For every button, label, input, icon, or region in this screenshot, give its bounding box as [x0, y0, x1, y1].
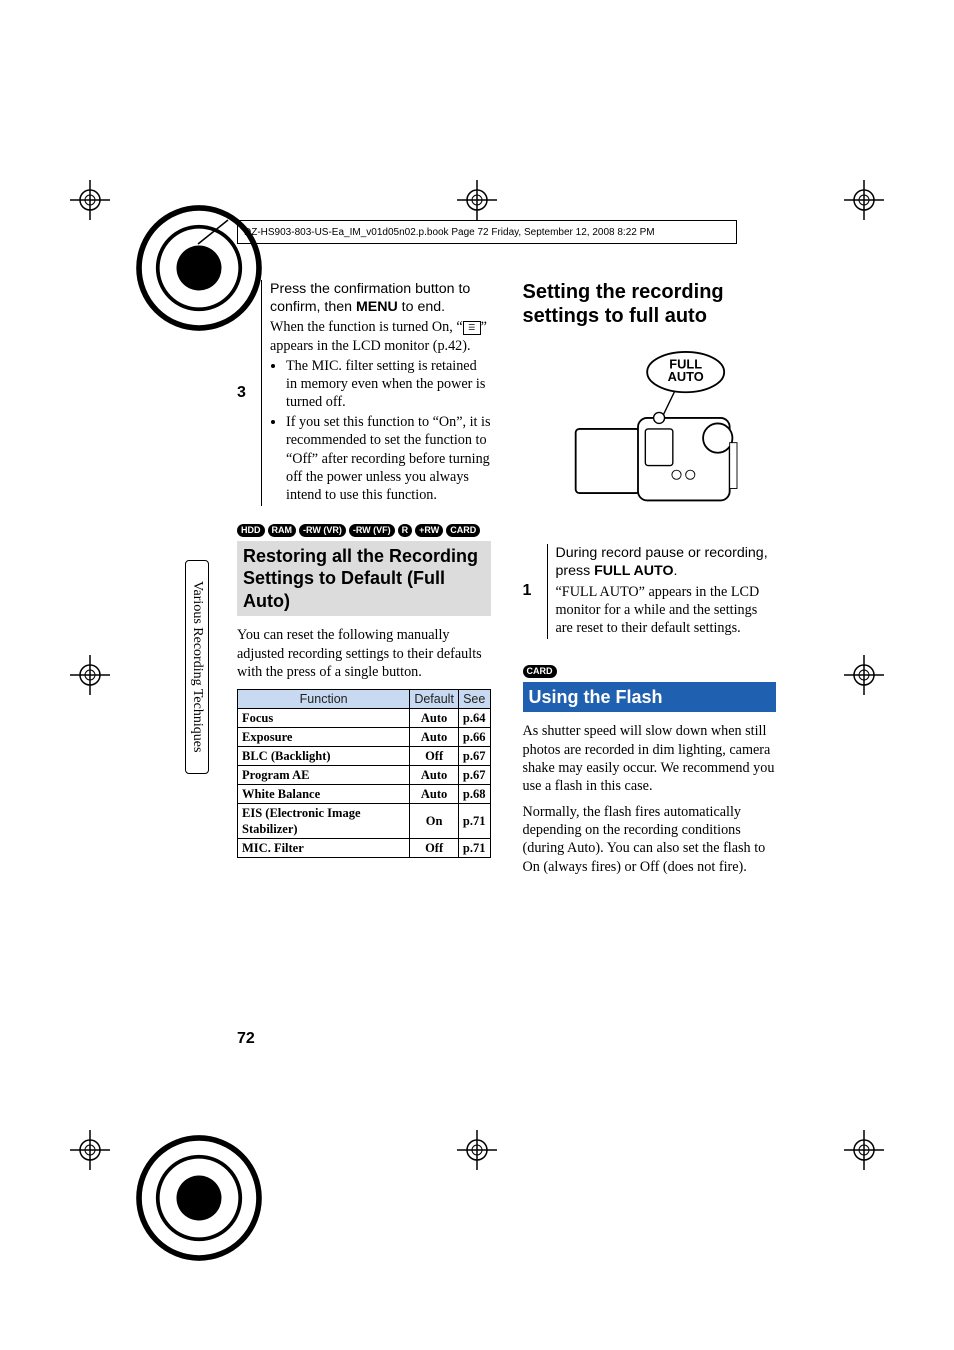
media-badge-row: HDD RAM -RW (VR) -RW (VF) R +RW CARD	[237, 524, 491, 537]
cell-function: MIC. Filter	[238, 838, 410, 857]
badge-card: CARD	[446, 524, 480, 537]
regmark-icon	[70, 655, 110, 695]
table-row: EIS (Electronic Image Stabilizer)Onp.71	[238, 803, 491, 838]
step-1-detail: “FULL AUTO” appears in the LCD monitor f…	[556, 583, 777, 638]
corner-dot-icon	[871, 193, 905, 227]
mic-filter-display-icon: ☰	[463, 321, 481, 335]
th-see: See	[458, 689, 490, 708]
corner-dot-icon	[871, 1123, 905, 1157]
chapter-side-tab-label: Various Recording Techniques	[189, 581, 205, 752]
cell-see: p.64	[458, 708, 490, 727]
table-row: ExposureAutop.66	[238, 727, 491, 746]
cell-default: Auto	[410, 784, 459, 803]
page-number: 72	[237, 1030, 255, 1048]
th-default: Default	[410, 689, 459, 708]
regmark-icon	[844, 655, 884, 695]
regmark-icon	[457, 180, 497, 220]
cell-function: BLC (Backlight)	[238, 746, 410, 765]
cell-see: p.67	[458, 765, 490, 784]
header-diagonal-mark-icon	[196, 218, 230, 246]
cell-default: Auto	[410, 765, 459, 784]
th-function: Function	[238, 689, 410, 708]
cell-default: Auto	[410, 727, 459, 746]
section-title-fullauto: Setting the recording settings to full a…	[523, 280, 777, 328]
cell-function: Exposure	[238, 727, 410, 746]
step-1-fullauto: 1 During record pause or recording, pres…	[523, 544, 777, 639]
flash-para-1: As shutter speed will slow down when sti…	[523, 722, 777, 795]
regmark-icon	[457, 1130, 497, 1170]
table-row: Program AEAutop.67	[238, 765, 491, 784]
step-3-detail: When the function is turned On, “☰” appe…	[270, 318, 491, 354]
step-number: 3	[237, 280, 262, 506]
svg-text:AUTO: AUTO	[668, 369, 704, 384]
table-row: White BalanceAutop.68	[238, 784, 491, 803]
section-title-flash: Using the Flash	[523, 682, 777, 713]
media-badge-row-2: CARD	[523, 665, 777, 678]
cell-default: On	[410, 803, 459, 838]
flash-para-2: Normally, the flash fires automatically …	[523, 803, 777, 876]
cell-see: p.71	[458, 838, 490, 857]
cell-function: EIS (Electronic Image Stabilizer)	[238, 803, 410, 838]
step-3-note-2: If you set this function to “On”, it is …	[286, 413, 491, 504]
cell-default: Auto	[410, 708, 459, 727]
default-settings-table: Function Default See FocusAutop.64Exposu…	[237, 689, 491, 858]
badge-hdd: HDD	[237, 524, 265, 537]
cell-function: Program AE	[238, 765, 410, 784]
right-column: Setting the recording settings to full a…	[523, 280, 777, 1070]
table-row: BLC (Backlight)Offp.67	[238, 746, 491, 765]
step-1-instruction: During record pause or recording, press …	[556, 544, 777, 580]
cell-see: p.66	[458, 727, 490, 746]
restoring-intro: You can reset the following manually adj…	[237, 626, 491, 681]
cell-default: Off	[410, 838, 459, 857]
cell-default: Off	[410, 746, 459, 765]
left-column: 3 Press the confirmation button to confi…	[237, 280, 491, 1070]
corner-dot-icon	[49, 193, 83, 227]
chapter-side-tab: Various Recording Techniques	[185, 560, 209, 774]
corner-dot-icon	[49, 1123, 83, 1157]
table-row: FocusAutop.64	[238, 708, 491, 727]
cell-see: p.67	[458, 746, 490, 765]
cell-function: Focus	[238, 708, 410, 727]
badge-card-2: CARD	[523, 665, 557, 678]
section-title-restoring: Restoring all the Recording Settings to …	[237, 541, 491, 617]
camcorder-illustration: FULL AUTO	[523, 346, 777, 526]
badge-ram: RAM	[268, 524, 297, 537]
step-number: 1	[523, 544, 548, 639]
badge-plusrw: +RW	[415, 524, 443, 537]
step-3-instruction: Press the confirmation button to confirm…	[270, 280, 491, 316]
badge-r: R	[398, 524, 413, 537]
page-source-header: DZ-HS903-803-US-Ea_IM_v01d05n02.p.book P…	[237, 220, 737, 244]
step-3-note-1: The MIC. filter setting is retained in m…	[286, 357, 491, 412]
cell-function: White Balance	[238, 784, 410, 803]
badge-rwvr: -RW (VR)	[299, 524, 346, 537]
badge-rwvf: -RW (VF)	[349, 524, 395, 537]
cell-see: p.71	[458, 803, 490, 838]
page-source-text: DZ-HS903-803-US-Ea_IM_v01d05n02.p.book P…	[244, 227, 655, 238]
cell-see: p.68	[458, 784, 490, 803]
table-row: MIC. FilterOffp.71	[238, 838, 491, 857]
step-3: 3 Press the confirmation button to confi…	[237, 280, 491, 506]
